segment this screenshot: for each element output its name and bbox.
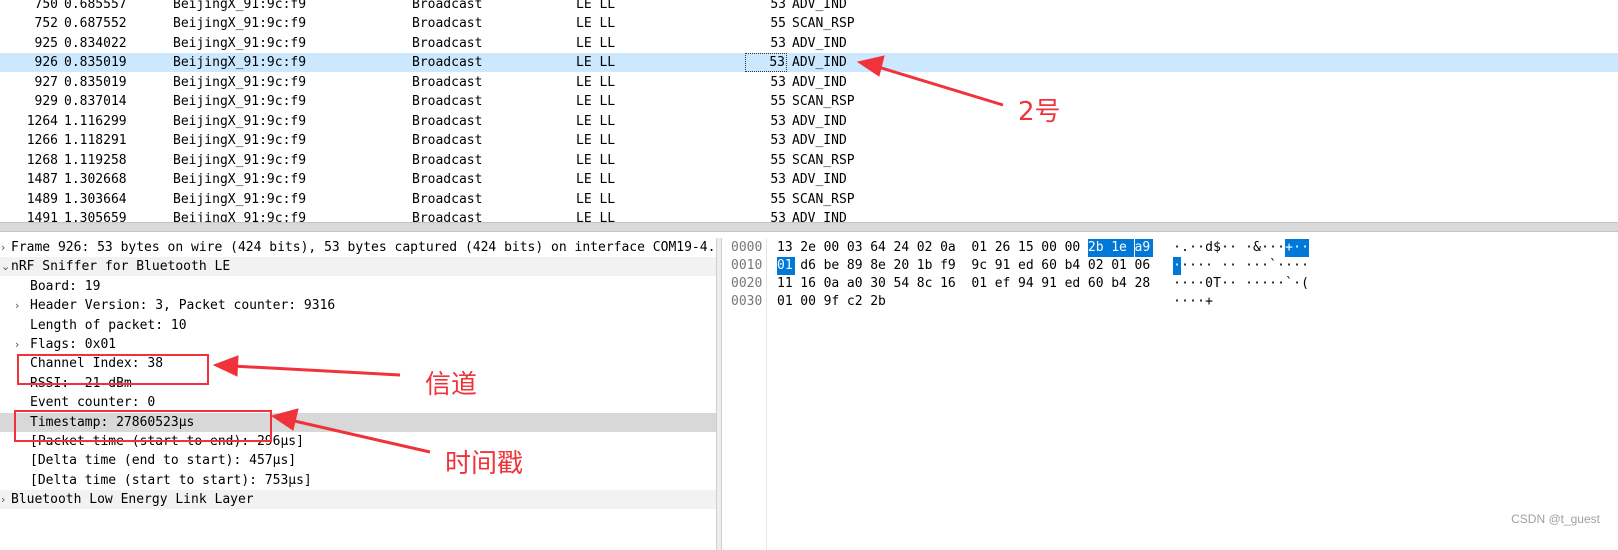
annotation-channel: 信道 (425, 370, 478, 400)
arrow-channel-line (231, 364, 401, 377)
annotation-arrows (212, 55, 1004, 454)
annotation-timestamp: 时间戳 (445, 449, 524, 479)
arrow-no2-head (856, 55, 885, 77)
annotation-no2: 2号 (1018, 97, 1061, 127)
watermark: CSDN @t_guest (1511, 512, 1600, 526)
arrow-channel-head (212, 355, 239, 377)
arrow-timestamp-line (289, 418, 431, 454)
arrow-no2-line (874, 64, 1004, 107)
arrow-timestamp-head (270, 408, 299, 431)
